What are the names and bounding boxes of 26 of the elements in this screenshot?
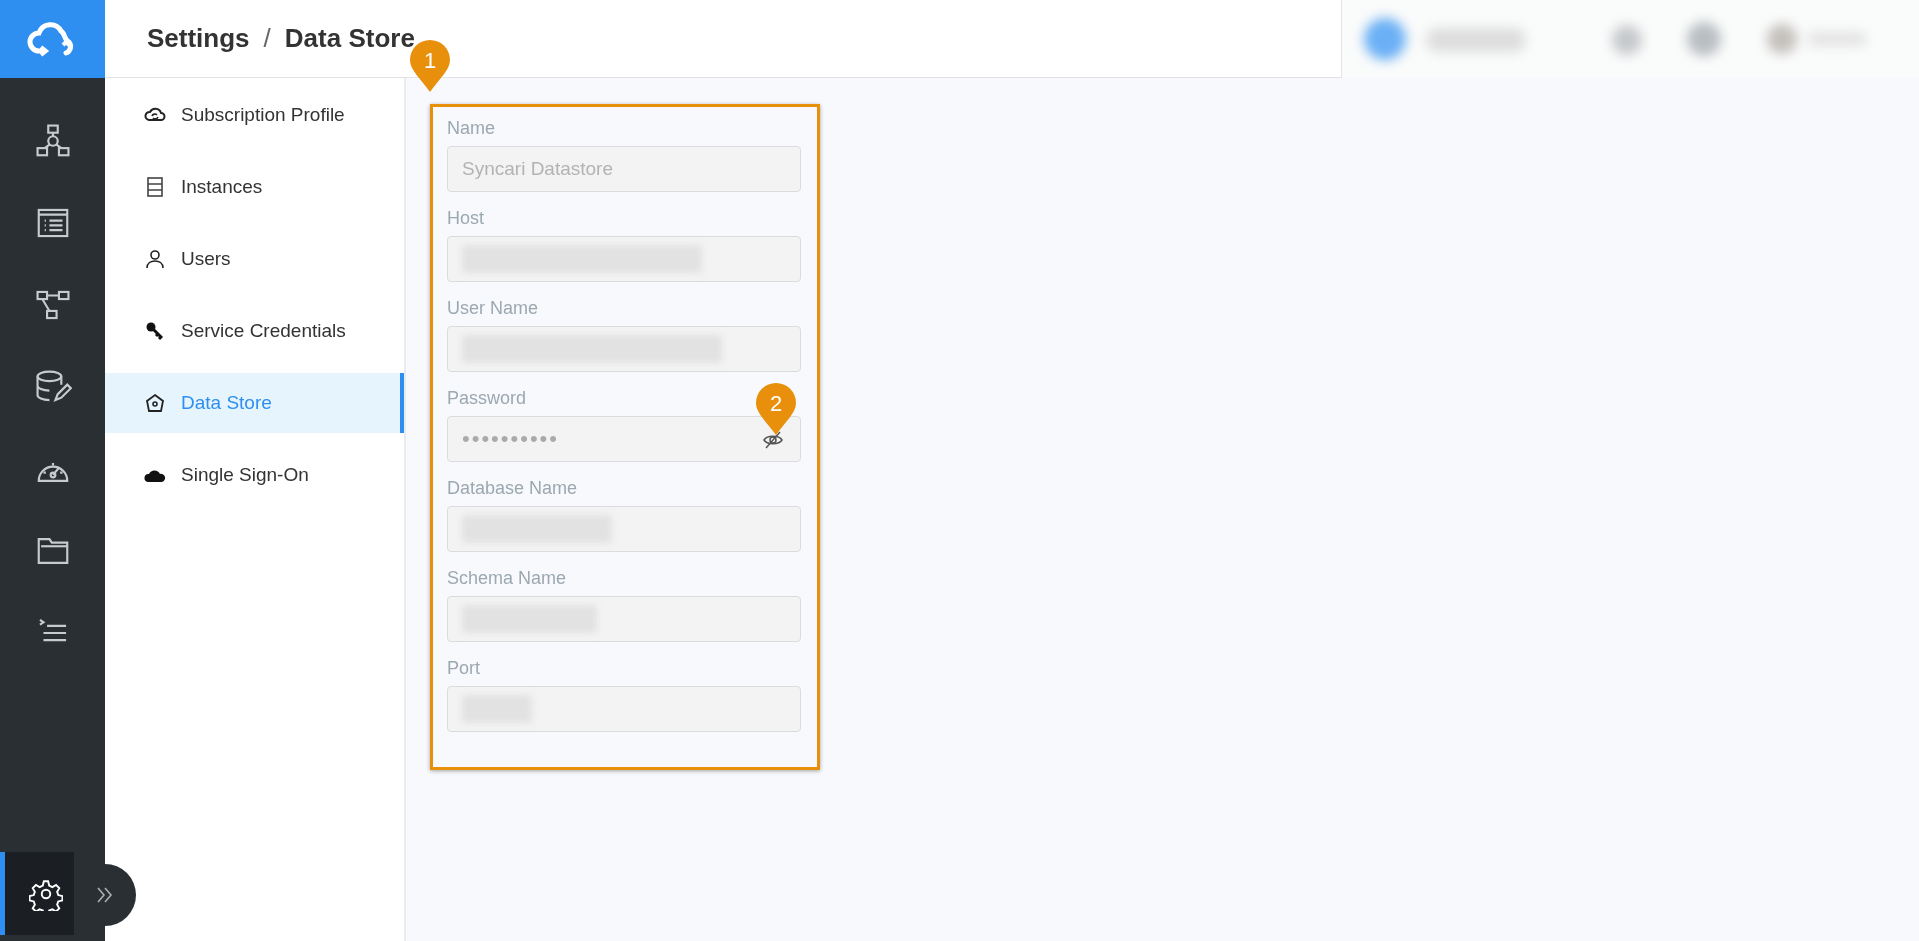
breadcrumb-item[interactable]: Settings bbox=[147, 23, 250, 54]
sidebar-item[interactable]: Subscription Profile bbox=[105, 85, 404, 145]
rail-button[interactable] bbox=[0, 852, 74, 935]
input-field[interactable] bbox=[447, 236, 801, 282]
hidden-eye-icon[interactable] bbox=[762, 430, 784, 450]
sidebar-item[interactable]: Single Sign-On bbox=[105, 445, 404, 505]
input-field[interactable] bbox=[447, 506, 801, 552]
user-icon bbox=[143, 247, 167, 271]
field-label: Database Name bbox=[447, 477, 578, 499]
field-label: User Name bbox=[447, 297, 539, 319]
field-label: Host bbox=[447, 207, 484, 229]
field-label: Name bbox=[447, 117, 495, 139]
sidebar-item[interactable]: Service Credentials bbox=[105, 301, 404, 361]
masked-password: •••••••••• bbox=[462, 426, 560, 452]
breadcrumb-separator: / bbox=[263, 23, 271, 54]
input-field[interactable] bbox=[447, 326, 801, 372]
input-field[interactable] bbox=[447, 596, 801, 642]
home-icon bbox=[143, 391, 167, 415]
input-field[interactable] bbox=[447, 686, 801, 732]
double-chevron-icon bbox=[96, 885, 114, 905]
field-label: Schema Name bbox=[447, 567, 567, 589]
field-label: Password bbox=[447, 387, 527, 409]
sidebar-item[interactable]: Instances bbox=[105, 157, 404, 217]
field-label: Port bbox=[447, 657, 480, 679]
sidebar-item[interactable]: Users bbox=[105, 229, 404, 289]
callout-marker: 2 bbox=[754, 381, 798, 437]
